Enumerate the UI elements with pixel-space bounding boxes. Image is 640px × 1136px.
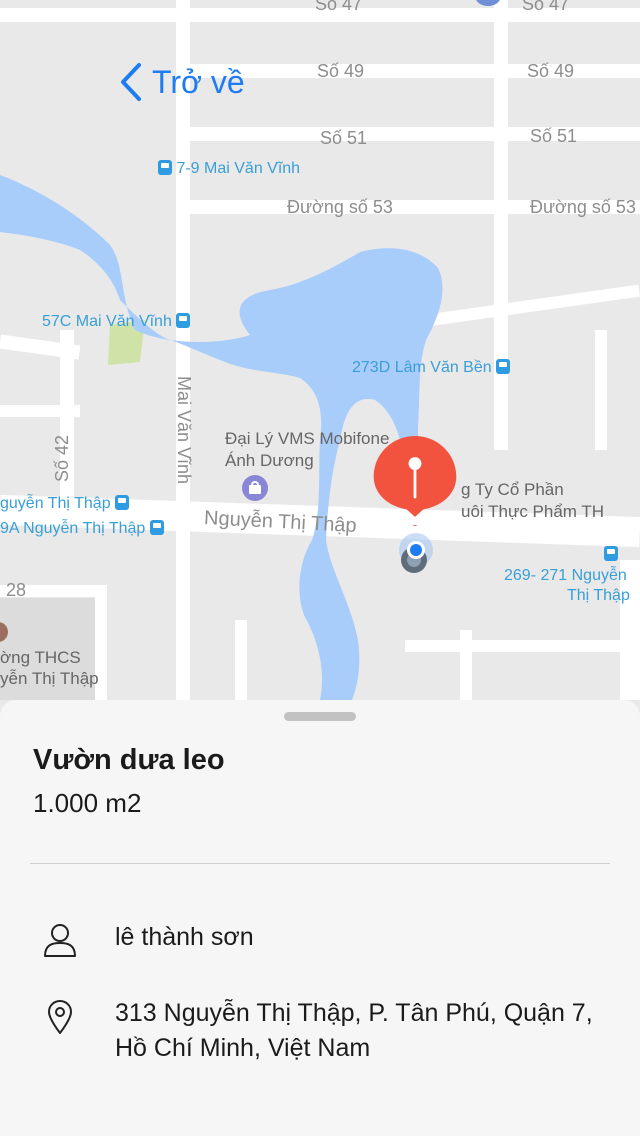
bus-stop-label: 9A Nguyễn Thị Thập (0, 520, 146, 537)
map-label: Số 49 (527, 61, 575, 81)
address-text: 313 Nguyễn Thị Thập, P. Tân Phú, Quận 7,… (115, 999, 593, 1062)
bus-stop-label: guyễn Thị Thập (0, 495, 111, 512)
bus-icon (158, 160, 172, 175)
map-label: Đại Lý VMS Mobifone (225, 429, 390, 448)
map-label: uôi Thực Phẩm TH (461, 502, 605, 521)
map-label: 28 (6, 580, 27, 600)
bus-stop[interactable] (604, 545, 618, 565)
chevron-left-icon (121, 63, 141, 101)
map-label: yễn Thị Thập (0, 669, 99, 688)
bus-stop[interactable]: guyễn Thị Thập (0, 494, 130, 514)
map-label: Đường số 53 (530, 197, 636, 217)
map-label: Mai Văn Vĩnh (174, 376, 194, 485)
back-label: Trở về (152, 63, 245, 100)
map-label: Số 51 (320, 128, 368, 148)
map-label: Số 47 (315, 0, 363, 14)
detail-sheet[interactable]: Vườn dưa leo 1.000 m2 lê thành sơn 313 N… (0, 700, 640, 1136)
garden-title: Vườn dưa leo (33, 744, 225, 776)
map-label: Ánh Dương (225, 451, 314, 470)
bus-stop[interactable]: 9A Nguyễn Thị Thập (0, 519, 164, 539)
bus-icon (149, 520, 164, 535)
school-icon[interactable] (0, 620, 10, 644)
garden-area: 1.000 m2 (33, 788, 142, 818)
person-icon (44, 924, 76, 957)
bus-stop-label: 273D Lâm Văn Bền (352, 359, 492, 376)
bus-icon (176, 313, 191, 328)
bus-icon (115, 495, 130, 510)
map-label: ờng THCS (0, 648, 81, 667)
sheet-handle[interactable] (284, 712, 356, 721)
owner-name: lê thành sơn (115, 923, 254, 951)
map-label: Số 49 (317, 61, 365, 81)
map-label: Số 47 (522, 0, 570, 14)
bus-stop-label: 7-9 Mai Văn Vĩnh (176, 160, 301, 177)
bus-stop[interactable]: 57C Mai Văn Vĩnh (42, 312, 191, 332)
bus-stop[interactable]: 7-9 Mai Văn Vĩnh (158, 159, 300, 179)
divider (30, 863, 610, 864)
location-pin-icon[interactable] (370, 436, 460, 526)
bus-icon (604, 546, 618, 561)
map-label: Số 51 (530, 126, 578, 146)
bus-icon (476, 0, 500, 6)
bus-stop-label: Thị Thập (567, 587, 630, 604)
bus-stop-label: 269- 271 Nguyễn (504, 567, 627, 584)
map-label: g Ty Cổ Phần (461, 480, 564, 499)
location-icon (48, 1000, 72, 1034)
shopping-bag-icon[interactable] (241, 474, 269, 502)
current-location-icon[interactable] (396, 530, 436, 576)
bus-stop-label: 57C Mai Văn Vĩnh (42, 313, 172, 330)
bus-icon (496, 359, 511, 374)
map-label: Đường số 53 (287, 197, 393, 217)
back-button[interactable]: Trở về (118, 62, 245, 102)
map-label: Số 42 (52, 434, 72, 482)
bus-stop[interactable]: 273D Lâm Văn Bền (352, 358, 511, 378)
